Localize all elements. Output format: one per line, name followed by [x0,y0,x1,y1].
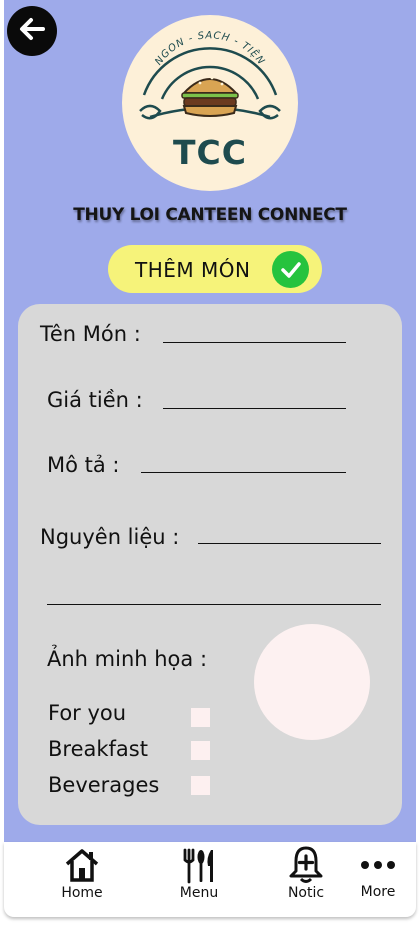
category-checkbox-for-you[interactable] [191,708,210,727]
app-title: THUY LOI CANTEEN CONNECT [73,205,347,225]
description-label: Mô tả : [47,453,120,477]
utensils-icon [181,848,217,888]
nav-label-notifications: Notic [287,885,325,901]
image-label: Ảnh minh họa : [47,647,208,671]
arrow-left-icon [17,14,47,48]
bottom-navigation: Home Menu Notic More [4,842,416,917]
category-label-breakfast: Breakfast [48,737,148,761]
category-checkbox-beverages[interactable] [191,776,210,795]
ingredients-field-line-2[interactable] [47,604,381,605]
category-label-beverages: Beverages [48,773,160,797]
more-dots-icon [360,856,396,875]
category-checkbox-breakfast[interactable] [191,741,210,760]
home-icon [64,848,100,886]
nav-label-menu: Menu [179,885,219,901]
nav-item-menu[interactable]: Menu [159,842,239,917]
nav-item-home[interactable]: Home [42,842,122,917]
price-label: Giá tiền : [47,388,143,412]
image-upload-placeholder[interactable] [254,624,370,740]
nav-item-more[interactable]: More [338,842,418,917]
nav-label-more: More [360,884,396,900]
add-dish-label: THÊM MÓN [135,258,251,282]
price-field[interactable] [163,408,346,409]
back-button[interactable] [7,6,57,56]
nav-label-home: Home [61,885,103,901]
description-field[interactable] [141,472,346,473]
bell-plus-icon [288,845,324,889]
app-logo: NGON - SACH - TIỆN TCC [122,15,298,191]
ingredients-field[interactable] [198,543,381,544]
dish-name-label: Tên Món : [40,322,141,346]
add-dish-form: Tên Món : Giá tiền : Mô tả : Nguyên liệu… [18,304,402,825]
logo-brand-text: TCC [173,133,247,172]
category-label-for-you: For you [48,701,127,725]
add-dish-button[interactable]: THÊM MÓN [108,245,322,293]
nav-item-notifications[interactable]: Notic [266,842,346,917]
burger-icon [181,76,239,117]
check-icon [272,251,309,288]
dish-name-field[interactable] [163,342,346,343]
ingredients-label: Nguyên liệu : [40,525,180,549]
